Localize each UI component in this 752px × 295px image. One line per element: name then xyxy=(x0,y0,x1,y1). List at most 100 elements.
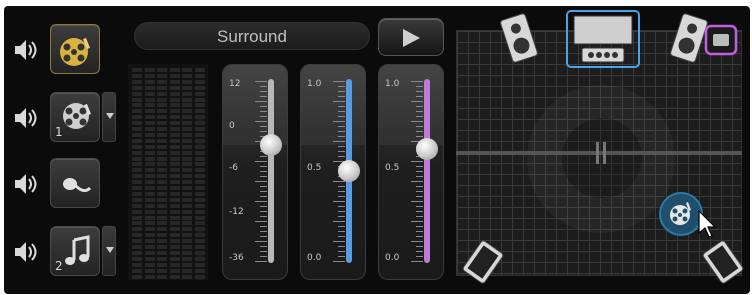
vu-meter-segment xyxy=(144,209,155,214)
vu-meter-segment xyxy=(182,268,192,273)
slider-tick xyxy=(255,81,267,82)
vu-meter-segment xyxy=(157,227,167,232)
vu-meter-segment xyxy=(182,186,192,190)
slider-tick xyxy=(333,201,345,202)
vu-meter-segment xyxy=(144,227,155,232)
slider-tick xyxy=(338,116,345,117)
track-number: 2 xyxy=(55,259,63,273)
slider-tick xyxy=(416,206,423,207)
slider-tick xyxy=(333,121,345,122)
track-2-button[interactable]: 1 xyxy=(50,92,100,142)
slider-tick xyxy=(416,166,423,167)
slider-tick xyxy=(260,251,267,252)
front-center-speaker-icon[interactable] xyxy=(566,10,640,68)
vu-meter-segment xyxy=(194,221,205,226)
vu-meter-segment xyxy=(157,103,167,108)
vu-meter-segment xyxy=(182,127,192,131)
chevron-down-icon xyxy=(106,113,114,119)
vu-meter-segment xyxy=(169,174,180,179)
vu-meter-segment xyxy=(169,233,180,238)
slider-tick xyxy=(338,96,345,97)
rear-right-speaker-icon[interactable] xyxy=(698,240,748,284)
slider-tick xyxy=(260,171,267,172)
rear-left-speaker-icon[interactable] xyxy=(458,240,508,284)
slider-tick xyxy=(411,261,423,262)
purple-level-slider[interactable]: 1.0 0.5 0.0 xyxy=(378,64,444,280)
vu-meter-segment xyxy=(144,245,155,249)
vu-meter-segment xyxy=(169,268,180,273)
vu-meter-segment xyxy=(144,197,155,202)
vu-meter-segment xyxy=(157,109,167,114)
vu-meter-segment xyxy=(182,262,192,267)
vu-meter-segment xyxy=(182,174,192,179)
vu-meter-segment xyxy=(194,138,205,143)
slider-tick xyxy=(338,231,345,232)
slider-tick xyxy=(416,116,423,117)
vu-meter-segment xyxy=(144,79,155,84)
slider-tick xyxy=(260,106,267,107)
track-3-button[interactable] xyxy=(50,158,100,208)
track-2-dropdown[interactable] xyxy=(102,92,116,142)
slider-tick xyxy=(416,176,423,177)
track-2: 1 xyxy=(4,92,134,152)
panner-center-mark xyxy=(596,142,606,164)
slider-tick xyxy=(416,96,423,97)
vu-meter-segment xyxy=(157,121,167,126)
vu-meter-segment xyxy=(157,156,167,161)
vu-meter-segment xyxy=(132,174,142,179)
slider-label: -36 xyxy=(229,253,244,263)
slider-tick xyxy=(416,191,423,192)
vu-meter-segment xyxy=(157,79,167,84)
speaker-mute-icon[interactable] xyxy=(12,105,40,131)
vu-meter-segment xyxy=(169,115,180,120)
vu-meter-segment xyxy=(194,150,205,155)
speaker-mute-icon[interactable] xyxy=(12,37,40,63)
front-left-speaker-icon[interactable] xyxy=(498,12,540,64)
slider-tick xyxy=(338,236,345,237)
speaker-mute-icon[interactable] xyxy=(12,239,40,265)
slider-tick xyxy=(260,211,267,212)
vu-meter-segment xyxy=(144,191,155,196)
slider-tick xyxy=(338,206,345,207)
vu-meter-segment xyxy=(182,221,192,226)
slider-tick xyxy=(416,136,423,137)
slider-tick xyxy=(260,91,267,92)
speaker-mute-icon[interactable] xyxy=(12,171,40,197)
slider-knob[interactable] xyxy=(260,134,282,157)
slider-tick xyxy=(416,126,423,127)
volume-slider[interactable]: 12 0 -6 -12 -36 xyxy=(222,64,288,280)
slider-label: 0.0 xyxy=(385,253,400,263)
blue-level-slider[interactable]: 1.0 0.5 0.0 xyxy=(300,64,366,280)
vu-meter-segment xyxy=(182,168,192,173)
slider-tick xyxy=(416,251,423,252)
vu-meter-segment xyxy=(169,103,180,108)
slider-tick xyxy=(338,211,345,212)
slider-tick xyxy=(255,261,267,262)
side-right-speaker-icon[interactable] xyxy=(704,24,738,56)
vu-meter-segment xyxy=(182,180,192,185)
vu-meter-segment xyxy=(182,250,192,255)
slider-tick xyxy=(338,156,345,157)
track-4-dropdown[interactable] xyxy=(102,226,116,276)
play-button[interactable] xyxy=(378,18,444,56)
vu-meter-segment xyxy=(132,150,142,155)
vu-meter-segment xyxy=(157,180,167,185)
slider-tick xyxy=(416,111,423,112)
vu-meter-segment xyxy=(144,85,155,90)
vu-meter-segment xyxy=(144,221,155,226)
vu-meter-segment xyxy=(182,191,192,196)
slider-knob[interactable] xyxy=(416,137,438,160)
slider-tick xyxy=(255,221,267,222)
slider-tick xyxy=(260,96,267,97)
slider-tick xyxy=(416,131,423,132)
track-1-button[interactable] xyxy=(50,24,100,74)
slider-knob[interactable] xyxy=(338,160,360,182)
track-4-button[interactable]: 2 xyxy=(50,226,100,276)
slider-tick xyxy=(416,216,423,217)
vu-meter-segment xyxy=(194,227,205,232)
vu-meter-segment xyxy=(132,191,142,196)
slider-tick xyxy=(411,241,423,242)
vu-meter-segment xyxy=(169,79,180,84)
slider-tick xyxy=(260,116,267,117)
mouse-cursor-icon xyxy=(698,210,716,238)
